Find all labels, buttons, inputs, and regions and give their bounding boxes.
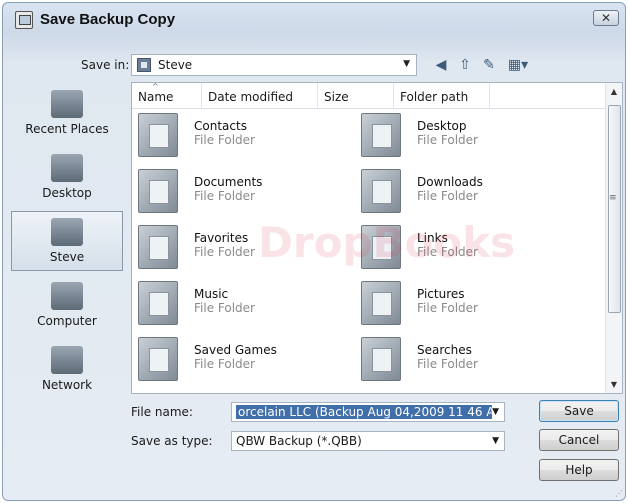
- title-bar[interactable]: Save Backup Copy ✕: [3, 3, 625, 39]
- chevron-down-icon: ▼: [492, 436, 499, 446]
- place-label: Recent Places: [25, 122, 109, 136]
- cancel-button[interactable]: Cancel: [539, 429, 619, 451]
- up-folder-icon[interactable]: ⇧: [455, 55, 475, 75]
- item-type: File Folder: [194, 189, 255, 203]
- file-list[interactable]: ^ Name Date modified Size Folder path Co…: [131, 82, 623, 394]
- save-in-dropdown[interactable]: Steve ▼: [131, 54, 417, 76]
- back-icon[interactable]: ◀: [431, 55, 451, 75]
- place-network[interactable]: Network: [11, 339, 123, 399]
- sort-arrow-icon: ^: [152, 82, 159, 91]
- column-folder-path[interactable]: Folder path: [394, 83, 490, 109]
- item-type: File Folder: [417, 357, 478, 371]
- folder-item-searches[interactable]: Searches File Folder: [357, 335, 577, 385]
- column-label: Date modified: [208, 90, 294, 104]
- scroll-grip-icon: ≡: [609, 193, 617, 203]
- save-as-type-label: Save as type:: [131, 434, 213, 448]
- save-as-type-value: QBW Backup (*.QBB): [236, 434, 362, 448]
- folder-icon: [138, 337, 178, 381]
- folder-item-saved-games[interactable]: Saved Games File Folder: [134, 335, 354, 385]
- item-type: File Folder: [417, 245, 478, 259]
- item-name: Favorites: [194, 231, 249, 245]
- user-folder-icon: [137, 58, 151, 72]
- new-folder-icon[interactable]: ✎: [479, 55, 499, 75]
- place-label: Desktop: [42, 186, 92, 200]
- resize-grip-icon[interactable]: ⋰: [615, 489, 623, 498]
- computer-icon: [51, 282, 83, 310]
- folder-item-desktop[interactable]: Desktop File Folder: [357, 111, 577, 161]
- save-button[interactable]: Save: [539, 400, 619, 422]
- file-name-value: orcelain LLC (Backup Aug 04,2009 11 46 A…: [236, 405, 492, 419]
- place-desktop[interactable]: Desktop: [11, 147, 123, 207]
- chevron-down-icon: ▼: [403, 59, 410, 69]
- folder-item-links[interactable]: Links File Folder: [357, 223, 577, 273]
- folder-item-music[interactable]: Music File Folder: [134, 279, 354, 329]
- file-name-label: File name:: [131, 405, 193, 419]
- item-name: Desktop: [417, 119, 467, 133]
- folder-icon: [138, 113, 178, 157]
- column-header-row: ^ Name Date modified Size Folder path: [132, 83, 605, 109]
- network-icon: [51, 346, 83, 374]
- folder-icon: [138, 225, 178, 269]
- views-menu-icon[interactable]: ▦▾: [503, 55, 533, 75]
- item-type: File Folder: [194, 357, 255, 371]
- column-name[interactable]: ^ Name: [132, 83, 202, 109]
- places-bar: Recent Places Desktop Steve Computer Net…: [7, 83, 127, 401]
- item-type: File Folder: [417, 301, 478, 315]
- item-name: Contacts: [194, 119, 247, 133]
- folder-item-documents[interactable]: Documents File Folder: [134, 167, 354, 217]
- vertical-scrollbar[interactable]: ▲ ≡ ▼: [605, 83, 622, 393]
- place-label: Steve: [49, 250, 85, 264]
- save-backup-dialog: Save Backup Copy ✕ Save in: Steve ▼ ◀ ⇧ …: [2, 2, 626, 501]
- item-name: Links: [417, 231, 448, 245]
- column-date-modified[interactable]: Date modified: [202, 83, 318, 109]
- folder-item-contacts[interactable]: Contacts File Folder: [134, 111, 354, 161]
- place-steve[interactable]: Steve: [11, 211, 123, 271]
- folder-item-pictures[interactable]: Pictures File Folder: [357, 279, 577, 329]
- item-name: Saved Games: [194, 343, 277, 357]
- item-type: File Folder: [194, 133, 255, 147]
- folder-icon: [361, 225, 401, 269]
- place-label: Computer: [37, 314, 97, 328]
- folder-icon: [138, 169, 178, 213]
- item-name: Pictures: [417, 287, 465, 301]
- place-label: Network: [41, 378, 93, 392]
- scroll-down-icon[interactable]: ▼: [606, 376, 622, 393]
- scroll-up-icon[interactable]: ▲: [606, 83, 622, 100]
- item-type: File Folder: [417, 133, 478, 147]
- item-name: Downloads: [417, 175, 483, 189]
- place-recent-places[interactable]: Recent Places: [11, 83, 123, 143]
- app-icon: [15, 11, 33, 29]
- item-type: File Folder: [194, 301, 255, 315]
- item-type: File Folder: [417, 189, 478, 203]
- chevron-down-icon: ▼: [492, 407, 499, 417]
- folder-icon: [361, 337, 401, 381]
- desktop-icon: [51, 154, 83, 182]
- save-in-value: Steve: [158, 58, 193, 72]
- column-label: Folder path: [400, 90, 469, 104]
- folder-icon: [361, 113, 401, 157]
- column-label: Size: [324, 90, 349, 104]
- item-name: Searches: [417, 343, 472, 357]
- save-as-type-dropdown[interactable]: QBW Backup (*.QBB) ▼: [231, 431, 505, 451]
- file-name-field[interactable]: orcelain LLC (Backup Aug 04,2009 11 46 A…: [231, 402, 505, 422]
- place-computer[interactable]: Computer: [11, 275, 123, 335]
- folder-icon: [138, 281, 178, 325]
- help-button[interactable]: Help: [539, 459, 619, 481]
- column-label: Name: [138, 90, 174, 104]
- folder-icon: [361, 169, 401, 213]
- user-folder-icon: [51, 218, 83, 246]
- recent-places-icon: [51, 90, 83, 118]
- folder-icon: [361, 281, 401, 325]
- item-name: Music: [194, 287, 229, 301]
- scroll-thumb[interactable]: [608, 105, 621, 313]
- column-size[interactable]: Size: [318, 83, 394, 109]
- dialog-title: Save Backup Copy: [40, 11, 176, 28]
- save-in-label: Save in:: [81, 58, 130, 72]
- folder-item-favorites[interactable]: Favorites File Folder: [134, 223, 354, 273]
- folder-item-downloads[interactable]: Downloads File Folder: [357, 167, 577, 217]
- close-button[interactable]: ✕: [593, 10, 619, 26]
- item-type: File Folder: [194, 245, 255, 259]
- item-name: Documents: [194, 175, 263, 189]
